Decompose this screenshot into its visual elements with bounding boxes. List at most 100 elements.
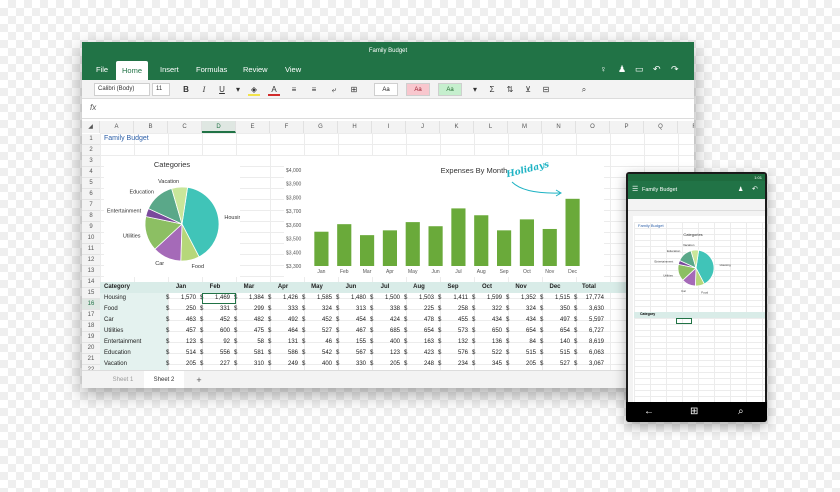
column-header[interactable]: M — [508, 121, 542, 133]
row-header[interactable]: 20 — [82, 343, 100, 354]
align-left-icon[interactable]: ≡ — [288, 83, 300, 96]
column-header[interactable]: P — [610, 121, 644, 133]
row-header[interactable]: 10 — [82, 233, 100, 244]
styles-dropdown-icon[interactable]: ▾ — [470, 83, 480, 96]
formula-bar[interactable]: fx — [82, 99, 694, 119]
value-cell[interactable]: 132 — [436, 337, 468, 348]
row-header[interactable]: 3 — [82, 156, 100, 167]
value-cell[interactable]: 567 — [334, 348, 366, 359]
tab-view[interactable]: View — [285, 65, 301, 74]
value-cell[interactable]: 1,384 — [232, 293, 264, 304]
value-cell[interactable]: 248 — [402, 359, 434, 370]
value-cell[interactable]: 350 — [538, 304, 570, 315]
column-header[interactable]: K — [440, 121, 474, 133]
row-header[interactable]: 21 — [82, 354, 100, 365]
value-cell[interactable]: 454 — [334, 315, 366, 326]
wrap-text-icon[interactable]: ⤶ — [328, 83, 340, 96]
value-cell[interactable]: 140 — [538, 337, 570, 348]
value-cell[interactable]: 1,570 — [164, 293, 196, 304]
value-cell[interactable]: 685 — [368, 326, 400, 337]
bold-button[interactable]: B — [180, 83, 192, 96]
value-cell[interactable]: 424 — [368, 315, 400, 326]
value-cell[interactable]: 338 — [368, 304, 400, 315]
value-cell[interactable]: 205 — [164, 359, 196, 370]
pie-chart[interactable]: Categories HousingFoodCarUtilitiesEntert… — [104, 156, 240, 277]
value-cell[interactable]: 586 — [266, 348, 298, 359]
value-cell[interactable]: 234 — [436, 359, 468, 370]
row-header[interactable]: 9 — [82, 222, 100, 233]
value-cell[interactable]: 514 — [164, 348, 196, 359]
value-cell[interactable]: 1,515 — [538, 293, 570, 304]
column-header[interactable]: O — [576, 121, 610, 133]
table-header-cell[interactable]: May — [300, 282, 334, 293]
value-cell[interactable]: 1,480 — [334, 293, 366, 304]
column-header[interactable]: L — [474, 121, 508, 133]
value-cell[interactable]: 452 — [198, 315, 230, 326]
comment-icon[interactable]: ▭ — [635, 64, 644, 75]
column-header[interactable]: J — [406, 121, 440, 133]
row-header[interactable]: 11 — [82, 244, 100, 255]
value-cell[interactable]: 1,503 — [402, 293, 434, 304]
row-header[interactable]: 12 — [82, 255, 100, 266]
column-header[interactable]: B — [134, 121, 168, 133]
autosum-icon[interactable]: Σ — [486, 83, 498, 96]
column-header[interactable]: E — [236, 121, 270, 133]
underline-button[interactable]: U — [216, 83, 228, 96]
value-cell[interactable]: 467 — [334, 326, 366, 337]
font-color-icon[interactable]: A — [268, 83, 280, 96]
value-cell[interactable]: 576 — [436, 348, 468, 359]
value-cell[interactable]: 345 — [470, 359, 502, 370]
table-header-cell[interactable]: Apr — [266, 282, 300, 293]
value-cell[interactable]: 3,630 — [572, 304, 604, 315]
value-cell[interactable]: 581 — [232, 348, 264, 359]
value-cell[interactable]: 654 — [402, 326, 434, 337]
value-cell[interactable]: 475 — [232, 326, 264, 337]
fill-color-icon[interactable]: ◈ — [248, 83, 260, 96]
font-size-input[interactable]: 11 — [152, 83, 170, 96]
select-all-corner[interactable]: ◢ — [82, 121, 100, 133]
value-cell[interactable]: 400 — [300, 359, 332, 370]
value-cell[interactable]: 527 — [538, 359, 570, 370]
value-cell[interactable]: 573 — [436, 326, 468, 337]
row-header[interactable]: 7 — [82, 200, 100, 211]
back-icon[interactable]: ← — [644, 406, 654, 417]
column-header[interactable]: Q — [644, 121, 678, 133]
value-cell[interactable]: 492 — [266, 315, 298, 326]
category-cell[interactable]: Utilities — [104, 326, 123, 337]
value-cell[interactable]: 482 — [232, 315, 264, 326]
windows-icon[interactable]: ⊞ — [690, 406, 698, 417]
column-header[interactable]: R — [678, 121, 694, 133]
style-normal-button[interactable]: Aa — [374, 83, 398, 96]
borders-icon[interactable]: ▾ — [232, 83, 244, 96]
phone-share-icon[interactable]: ♟ — [738, 181, 743, 199]
value-cell[interactable]: 600 — [198, 326, 230, 337]
value-cell[interactable]: 457 — [164, 326, 196, 337]
value-cell[interactable]: 423 — [402, 348, 434, 359]
column-header[interactable]: C — [168, 121, 202, 133]
value-cell[interactable]: 654 — [504, 326, 536, 337]
share-icon[interactable]: ♟ — [618, 64, 626, 75]
value-cell[interactable]: 225 — [402, 304, 434, 315]
italic-button[interactable]: I — [198, 83, 210, 96]
tab-file[interactable]: File — [96, 65, 108, 74]
value-cell[interactable]: 324 — [504, 304, 536, 315]
column-header[interactable]: F — [270, 121, 304, 133]
table-header-cell[interactable]: Oct — [470, 282, 504, 293]
value-cell[interactable]: 313 — [334, 304, 366, 315]
value-cell[interactable]: 205 — [368, 359, 400, 370]
row-header[interactable]: 5 — [82, 178, 100, 189]
value-cell[interactable]: 333 — [266, 304, 298, 315]
value-cell[interactable]: 400 — [368, 337, 400, 348]
value-cell[interactable]: 654 — [538, 326, 570, 337]
value-cell[interactable]: 527 — [300, 326, 332, 337]
column-header[interactable]: I — [372, 121, 406, 133]
column-header[interactable]: N — [542, 121, 576, 133]
value-cell[interactable]: 92 — [198, 337, 230, 348]
table-header-cell[interactable]: Total — [572, 282, 606, 293]
value-cell[interactable]: 1,411 — [436, 293, 468, 304]
value-cell[interactable]: 322 — [470, 304, 502, 315]
value-cell[interactable]: 455 — [436, 315, 468, 326]
search-icon[interactable]: ⌕ — [738, 406, 744, 417]
table-header-cell[interactable]: Nov — [504, 282, 538, 293]
sort-icon[interactable]: ⇅ — [504, 83, 516, 96]
